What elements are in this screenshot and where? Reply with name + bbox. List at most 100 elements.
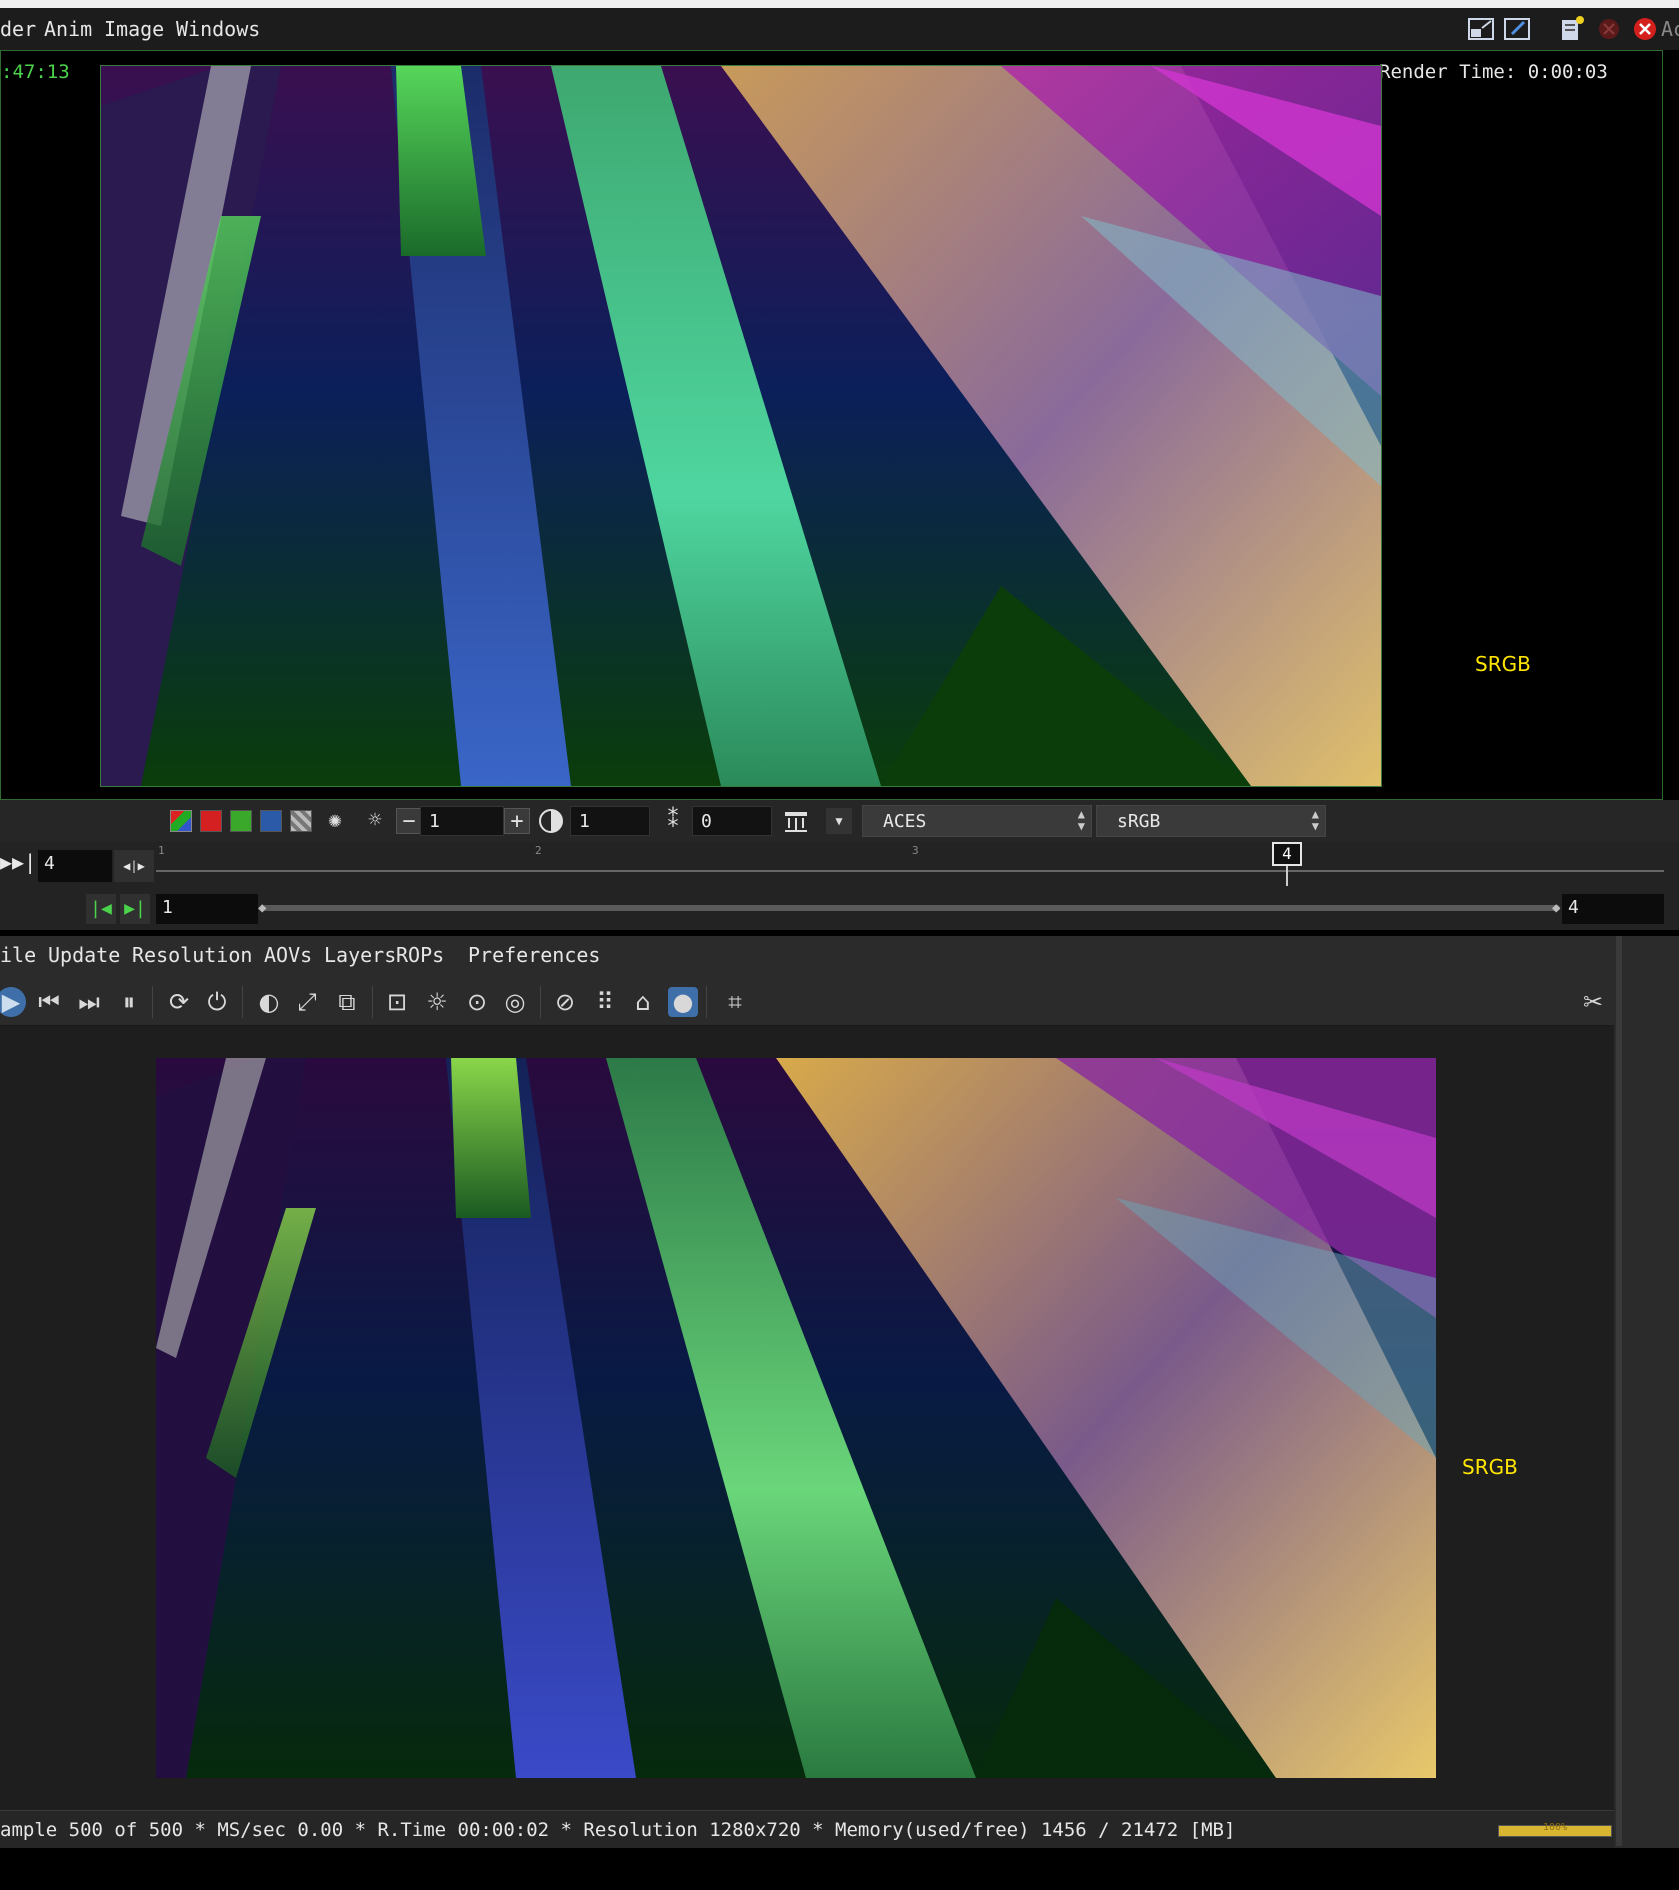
contrast-icon[interactable]: ◐ xyxy=(254,987,284,1017)
power-icon[interactable]: ⏻ xyxy=(202,987,232,1017)
red-channel-button[interactable] xyxy=(200,810,222,832)
blue-channel-button[interactable] xyxy=(260,810,282,832)
range-slider-track[interactable] xyxy=(262,905,1560,911)
tick-1: 1 xyxy=(158,844,165,857)
menu-preferences[interactable]: Preferences xyxy=(468,943,600,967)
gamma-icon[interactable] xyxy=(538,808,564,834)
tick-2: 2 xyxy=(535,844,542,857)
rgb-channel-button[interactable] xyxy=(170,810,192,832)
tools-icon[interactable]: ✂ xyxy=(1578,987,1608,1017)
pause-icon[interactable]: ⏸ xyxy=(114,987,144,1017)
menu-windows[interactable]: Windows xyxy=(176,17,260,41)
view-transform-value: ACES xyxy=(883,811,927,832)
prev-frame-icon[interactable]: ⏮ xyxy=(34,987,64,1017)
display-space-dropdown[interactable]: sRGB ▲ ▼ xyxy=(1096,805,1326,837)
render-image xyxy=(156,1058,1436,1778)
menu-aovs[interactable]: AOVs xyxy=(264,943,312,967)
minus-button[interactable]: − xyxy=(396,808,422,834)
timeline: ▶▶| 4 ◀|▶ 1 2 3 4 |◀ ▶| 1 ◆ ◆ 4 xyxy=(0,842,1679,930)
exposure-icon[interactable]: ☼ xyxy=(362,808,388,834)
progress-label: 100% xyxy=(1542,1822,1568,1833)
range-start-icon[interactable]: |◀ xyxy=(86,894,116,924)
menu-layers[interactable]: Layers xyxy=(324,943,396,967)
range-end-field[interactable]: 4 xyxy=(1562,894,1664,924)
playhead-frame-label: 4 xyxy=(1272,842,1302,866)
start-render-icon[interactable]: ▶ xyxy=(0,987,26,1017)
plus-button[interactable]: + xyxy=(504,808,530,834)
view-transform-dropdown[interactable]: ACES ▲ ▼ xyxy=(862,805,1092,837)
offset-field[interactable]: 0 xyxy=(692,806,772,836)
toolbar-separator xyxy=(540,986,541,1018)
frame-ruler[interactable] xyxy=(156,870,1664,872)
render-image xyxy=(100,65,1382,787)
crop-icon[interactable]: ⌗ xyxy=(720,987,750,1017)
range-start-field[interactable]: 1 xyxy=(156,894,258,924)
jump-end-icon[interactable]: ▶▶| xyxy=(0,850,36,880)
light-icon[interactable]: ☼ xyxy=(422,987,452,1017)
toolbar-separator xyxy=(706,986,707,1018)
step-frame-buttons-icon[interactable]: ◀|▶ xyxy=(114,850,154,882)
offset-icon[interactable]: ⁑ xyxy=(660,808,686,834)
playhead-line xyxy=(1286,866,1288,886)
status-bar: ample 500 of 500 * MS/sec 0.00 * R.Time … xyxy=(0,1810,1614,1848)
render-progress-bar: 100% xyxy=(1498,1822,1612,1837)
updown-arrows-icon: ▲ ▼ xyxy=(1077,807,1085,833)
lower-toolbar: ▶ ⏮ ⏭ ⏸ ⟳ ⏻ ◐ ⤢ ⧉ ⊡ ☼ ⊙ ◎ ⊘ ⠿ ⌂ ● ⌗ ✂ xyxy=(0,978,1614,1026)
display-toolbar: ✺ ☼ − 1 + 1 ⁑ 0 ▼ ACES ▲ ▼ sRGB ▲ ▼ xyxy=(0,800,1679,842)
toolbar-separator xyxy=(242,986,243,1018)
menu-render[interactable]: der xyxy=(0,17,36,41)
menu-image[interactable]: Image xyxy=(104,17,164,41)
region-icon[interactable]: ⧉ xyxy=(332,987,362,1017)
target-icon[interactable]: ◎ xyxy=(500,987,530,1017)
alpha-channel-button[interactable] xyxy=(290,810,312,832)
upper-render-viewer[interactable]: :47:13 Render Time: 0:00:03 SRGB xyxy=(0,50,1663,800)
screen-bottom xyxy=(0,1848,1679,1890)
exposure-field[interactable]: 1 xyxy=(420,806,504,836)
no-entry-icon[interactable]: ⊘ xyxy=(550,987,580,1017)
panel-scrollbar[interactable] xyxy=(1616,936,1622,1846)
edit-window-icon[interactable] xyxy=(1502,14,1532,44)
menu-anim[interactable]: Anim xyxy=(44,17,92,41)
updown-arrows-icon: ▲ ▼ xyxy=(1311,807,1319,833)
render-status-text: ample 500 of 500 * MS/sec 0.00 * R.Time … xyxy=(0,1819,1236,1841)
top-menu-bar: der Anim Image Windows Ac xyxy=(0,0,1679,50)
side-panel-edge xyxy=(1614,936,1679,1848)
toolbar-separator xyxy=(372,986,373,1018)
stop-render-icon[interactable] xyxy=(1630,14,1660,44)
menu-file[interactable]: ile xyxy=(0,943,36,967)
gamma-field[interactable]: 1 xyxy=(570,806,650,836)
lower-menu-bar: ile Update Resolution AOVs Layers ROPs P… xyxy=(0,936,1614,978)
refresh-icon[interactable]: ⟳ xyxy=(164,987,194,1017)
toolbar-separator xyxy=(152,986,153,1018)
display-space-value: sRGB xyxy=(1117,811,1161,832)
next-frame-icon[interactable]: ⏭ xyxy=(74,987,104,1017)
srgb-colorspace-label: SRGB xyxy=(1475,652,1531,676)
fit-view-icon[interactable]: ⤢ xyxy=(292,987,322,1017)
options-icon[interactable]: ⊙ xyxy=(462,987,492,1017)
lower-render-viewer[interactable]: SRGB xyxy=(0,1026,1614,1810)
tick-3: 3 xyxy=(912,844,919,857)
green-channel-button[interactable] xyxy=(230,810,252,832)
srgb-colorspace-label: SRGB xyxy=(1462,1455,1518,1479)
home-icon[interactable]: ⌂ xyxy=(628,987,658,1017)
range-end-handle-icon[interactable]: ◆ xyxy=(1552,900,1560,916)
menu-resolution[interactable]: Resolution xyxy=(132,943,252,967)
range-start-handle-icon[interactable]: ◆ xyxy=(258,900,266,916)
grid-icon[interactable]: ⠿ xyxy=(590,987,620,1017)
current-frame-field[interactable]: 4 xyxy=(38,850,112,882)
new-snapshot-icon[interactable] xyxy=(1556,14,1586,44)
time-readout: :47:13 xyxy=(1,61,70,83)
playhead[interactable]: 4 xyxy=(1272,842,1302,886)
exposure-down-icon[interactable]: ✺ xyxy=(322,808,348,834)
menu-rops[interactable]: ROPs xyxy=(396,943,444,967)
lut-dropdown-arrow-icon[interactable]: ▼ xyxy=(826,808,852,834)
lut-icon[interactable] xyxy=(783,808,809,834)
render-time-readout: Render Time: 0:00:03 xyxy=(1379,61,1608,83)
close-disabled-icon[interactable] xyxy=(1594,14,1624,44)
menu-update[interactable]: Update xyxy=(48,943,120,967)
range-end-icon[interactable]: ▶| xyxy=(120,894,150,924)
focus-target-icon[interactable]: ⊡ xyxy=(382,987,412,1017)
float-window-icon[interactable] xyxy=(1466,14,1496,44)
sphere-icon[interactable]: ● xyxy=(668,987,698,1017)
menu-cut-text: Ac xyxy=(1661,17,1679,41)
